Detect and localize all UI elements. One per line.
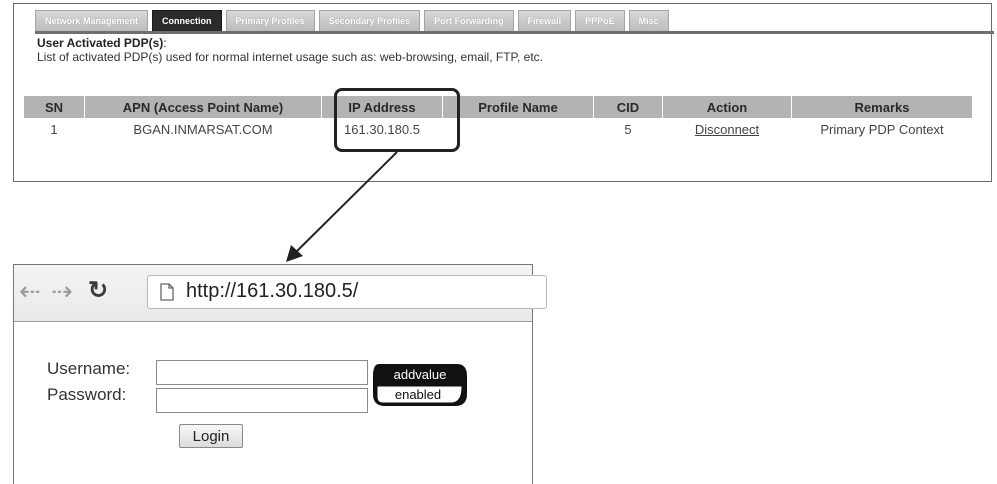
ip-address-highlight-box (334, 88, 460, 152)
back-arrow-icon[interactable]: ⇠ (19, 276, 41, 306)
addvalue-enabled-logo: addvalue enabled (373, 364, 467, 406)
url-text: http://161.30.180.5/ (186, 280, 359, 302)
browser-toolbar: ⇠ ⇢ ↻ http://161.30.180.5/ (14, 265, 547, 322)
reload-icon[interactable]: ↻ (88, 276, 108, 306)
browser-window: ⇠ ⇢ ↻ http://161.30.180.5/ Username: Pas… (13, 264, 547, 484)
col-cid: CID (593, 95, 663, 119)
tab-bar: Network Management Connection Primary Pr… (35, 10, 673, 32)
cell-cid: 5 (624, 121, 632, 137)
address-bar[interactable]: http://161.30.180.5/ (147, 275, 547, 309)
login-button[interactable]: Login (179, 424, 243, 448)
cell-apn: BGAN.INMARSAT.COM (133, 121, 273, 137)
password-input[interactable] (156, 388, 368, 413)
section-description: List of activated PDP(s) used for normal… (37, 50, 544, 64)
password-label: Password: (47, 385, 127, 404)
cell-profile-name (443, 119, 594, 140)
tab-firewall[interactable]: Firewall (517, 10, 572, 31)
col-profile-name: Profile Name (442, 95, 594, 119)
tab-connection[interactable]: Connection (152, 10, 222, 31)
page-icon (160, 283, 174, 301)
tab-port-forwarding[interactable]: Port Forwarding (424, 10, 514, 31)
logo-text-bottom: enabled (395, 387, 441, 402)
tab-pppoe[interactable]: PPPoE (575, 10, 625, 31)
tab-primary-profiles[interactable]: Primary Profiles (225, 10, 315, 31)
col-sn: SN (23, 95, 85, 119)
tab-secondary-profiles[interactable]: Secondary Profiles (318, 10, 421, 31)
tab-misc[interactable]: Misc (628, 10, 669, 31)
cell-sn: 1 (50, 121, 58, 137)
section-title-colon: : (163, 36, 167, 50)
section-title: User Activated PDP(s): (37, 36, 167, 50)
logo-text-top: addvalue (394, 367, 447, 382)
section-title-text: User Activated PDP(s) (37, 36, 164, 50)
table-header-row: SN APN (Access Point Name) IP Address Pr… (23, 95, 973, 119)
disconnect-link[interactable]: Disconnect (695, 122, 759, 137)
cell-remarks: Primary PDP Context (820, 121, 944, 137)
username-input[interactable] (156, 360, 368, 385)
col-action: Action (662, 95, 792, 119)
forward-arrow-icon[interactable]: ⇢ (51, 276, 73, 306)
col-apn: APN (Access Point Name) (84, 95, 322, 119)
tab-underline (35, 31, 994, 34)
col-remarks: Remarks (791, 95, 973, 119)
username-label: Username: (47, 359, 131, 378)
cell-action: Disconnect (663, 119, 792, 140)
tab-network-management[interactable]: Network Management (35, 10, 149, 31)
table-row: 1 BGAN.INMARSAT.COM 161.30.180.5 5 Disco… (24, 119, 973, 140)
router-admin-panel: Network Management Connection Primary Pr… (13, 3, 994, 182)
pdp-table: SN APN (Access Point Name) IP Address Pr… (23, 95, 973, 139)
